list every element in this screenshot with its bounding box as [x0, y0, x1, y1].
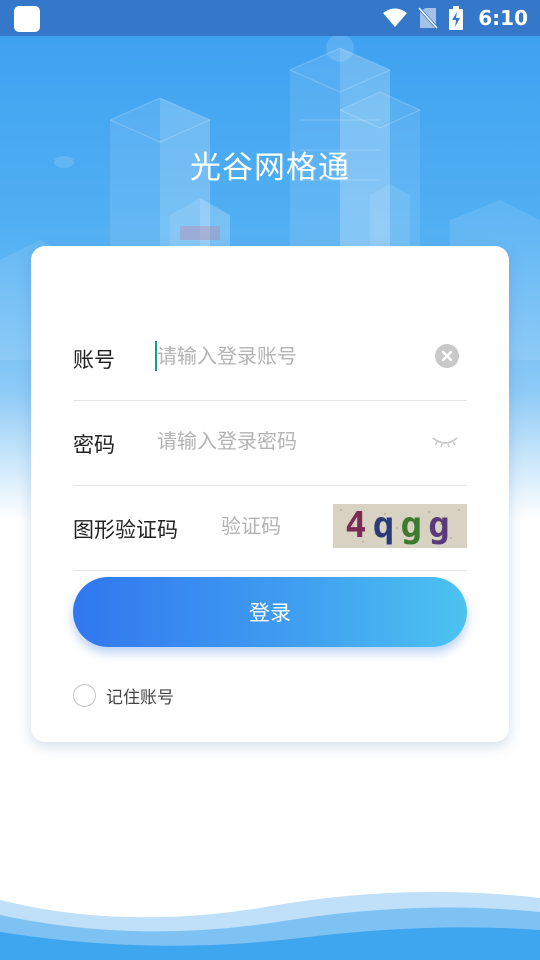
account-label: 账号 [73, 348, 115, 372]
account-input[interactable] [157, 338, 417, 374]
password-label: 密码 [73, 433, 115, 457]
remember-account[interactable]: 记住账号 [73, 683, 174, 708]
captcha-char: q [372, 505, 401, 546]
captcha-label: 图形验证码 [73, 518, 178, 542]
app-title: 光谷网格通 [190, 150, 350, 186]
login-button[interactable]: 登录 [73, 577, 467, 647]
password-row: 密码 [73, 401, 467, 486]
account-row: 账号 [73, 316, 467, 401]
password-input[interactable] [157, 423, 417, 459]
status-bar: 6:10 [0, 0, 540, 36]
captcha-char: g [428, 505, 456, 546]
wifi-icon [383, 8, 408, 27]
captcha-char: g [400, 505, 429, 546]
app-icon [14, 6, 40, 32]
status-icons: 6:10 [382, 4, 528, 32]
remember-checkbox[interactable] [73, 684, 96, 707]
captcha-image[interactable]: 4qgg [333, 504, 467, 548]
captcha-char: 4 [345, 505, 373, 546]
captcha-text: 4qgg [345, 504, 456, 548]
captcha-input[interactable] [221, 508, 331, 544]
bottom-wave [0, 891, 540, 960]
login-card: 账号 密码 图形验证码 [31, 246, 509, 742]
no-sim-icon [418, 7, 439, 29]
eye-closed-icon[interactable] [431, 431, 459, 451]
status-time: 6:10 [478, 6, 528, 30]
battery-charging-icon [449, 6, 464, 30]
clear-icon[interactable] [435, 344, 459, 368]
captcha-row: 图形验证码 4qgg [73, 486, 467, 571]
remember-label: 记住账号 [106, 688, 174, 708]
